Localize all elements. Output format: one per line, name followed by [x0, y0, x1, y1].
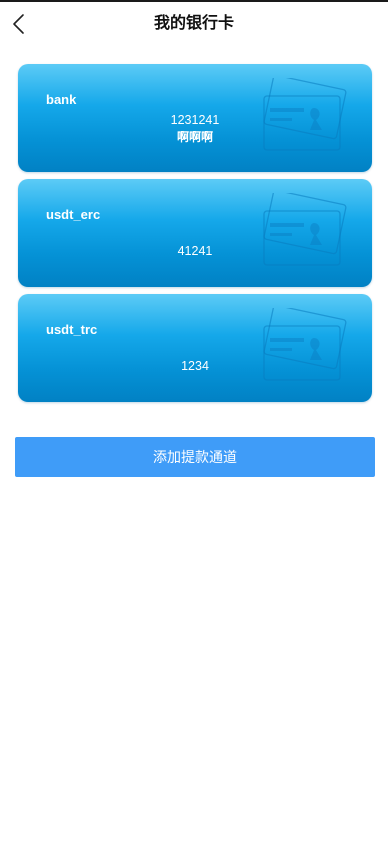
- card-holder-name: 啊啊啊: [176, 130, 213, 144]
- screen: 我的银行卡 bank 1231241 啊啊啊 usdt_erc 41241 us…: [0, 0, 388, 845]
- card-number: 1234: [181, 359, 209, 373]
- card-name: usdt_trc: [46, 322, 98, 337]
- card-number: 1231241: [170, 113, 220, 127]
- card-name: usdt_erc: [46, 207, 101, 222]
- card-name: bank: [46, 92, 77, 107]
- card-list: bank 1231241 啊啊啊 usdt_erc 41241 usdt_trc…: [18, 64, 372, 409]
- bank-card[interactable]: bank 1231241 啊啊啊: [18, 64, 372, 172]
- usdt-erc-card[interactable]: usdt_erc 41241: [18, 179, 372, 287]
- page-title: 我的银行卡: [153, 15, 234, 32]
- card-number: 41241: [177, 244, 213, 258]
- header: 我的银行卡: [0, 2, 388, 46]
- add-withdrawal-channel-button[interactable]: 添加提款通道: [15, 437, 375, 477]
- usdt-trc-card[interactable]: usdt_trc 1234: [18, 294, 372, 402]
